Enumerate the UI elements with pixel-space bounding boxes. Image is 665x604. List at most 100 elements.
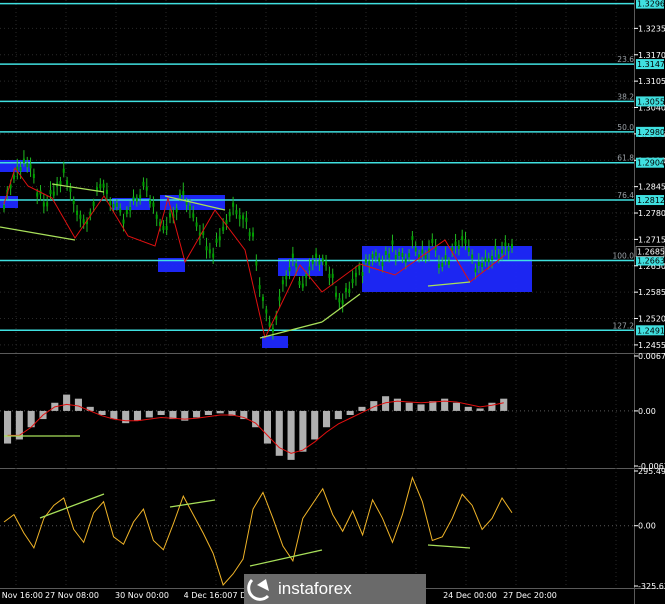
candle-body bbox=[477, 261, 480, 266]
cci-tick-label: 295.4989 bbox=[638, 467, 665, 476]
candle-body bbox=[288, 267, 291, 272]
candle-body bbox=[265, 309, 268, 314]
candle-body bbox=[29, 164, 32, 169]
candle-body bbox=[169, 213, 172, 218]
candle-body bbox=[62, 168, 65, 173]
candle-body bbox=[474, 268, 477, 273]
candle-body bbox=[252, 232, 255, 237]
candle-body bbox=[115, 202, 118, 207]
level-tag-label: 1.2491 bbox=[637, 326, 665, 335]
candle-body bbox=[378, 257, 381, 262]
candle-body bbox=[361, 271, 364, 277]
macd-histogram-bar bbox=[299, 410, 307, 452]
candle-body bbox=[441, 262, 444, 267]
candle-body bbox=[105, 189, 108, 194]
candle-body bbox=[142, 181, 145, 186]
candle-body bbox=[401, 252, 404, 258]
candle-body bbox=[248, 232, 251, 237]
price-tick-label: 1.3105 bbox=[638, 77, 665, 86]
time-tick-label: 4 Dec 16:00 bbox=[184, 591, 233, 600]
candle-body bbox=[278, 296, 281, 301]
candle-body bbox=[208, 249, 211, 254]
candle-body bbox=[344, 287, 347, 292]
candle-body bbox=[318, 260, 321, 265]
macd-histogram-bar bbox=[346, 410, 354, 415]
macd-histogram-bar bbox=[441, 398, 449, 411]
price-tick-label: 1.2520 bbox=[638, 315, 665, 324]
macd-histogram-bar bbox=[122, 410, 130, 424]
candle-body bbox=[218, 236, 221, 241]
candle-body bbox=[245, 217, 248, 222]
macd-histogram-bar bbox=[252, 410, 260, 428]
candle-body bbox=[325, 261, 328, 266]
candle-body bbox=[125, 209, 128, 214]
candle-body bbox=[381, 262, 384, 267]
candle-body bbox=[348, 288, 351, 294]
macd-tick-label: 0.00 bbox=[638, 407, 656, 416]
price-tick-label: 1.2845 bbox=[638, 183, 665, 192]
candle-body bbox=[22, 158, 25, 163]
candle-body bbox=[215, 238, 218, 243]
candle-body bbox=[102, 183, 105, 188]
price-tick-label: 1.2455 bbox=[638, 341, 665, 350]
macd-histogram-bar bbox=[133, 410, 142, 421]
macd-histogram-bar bbox=[63, 394, 71, 411]
price-tick-label: 1.2585 bbox=[638, 288, 665, 297]
candle-body bbox=[368, 260, 371, 265]
macd-histogram-bar bbox=[157, 410, 165, 415]
cci-tick-label: 0.00 bbox=[638, 522, 656, 531]
level-tag-label: 1.3296 bbox=[637, 0, 665, 9]
candle-body bbox=[178, 193, 181, 198]
fib-label: 76.4 bbox=[617, 191, 634, 200]
macd-histogram-bar bbox=[145, 410, 153, 418]
candle-body bbox=[328, 273, 331, 278]
support-resistance-zone bbox=[262, 336, 288, 348]
candle-body bbox=[454, 241, 457, 246]
level-tag-label: 1.2904 bbox=[637, 159, 665, 168]
candle-body bbox=[69, 187, 72, 192]
candle-body bbox=[271, 327, 274, 332]
macd-histogram-bar bbox=[216, 410, 224, 414]
candle-body bbox=[481, 263, 484, 268]
candle-body bbox=[421, 249, 424, 254]
macd-tick-label: 0.00673 bbox=[638, 352, 665, 361]
candle-body bbox=[437, 263, 440, 268]
candle-body bbox=[431, 238, 434, 244]
candle-body bbox=[175, 208, 178, 213]
candle-body bbox=[162, 225, 165, 231]
time-tick-label: 24 Dec 00:00 bbox=[443, 591, 497, 600]
price-tick-label: 1.3170 bbox=[638, 51, 665, 60]
macd-histogram-bar bbox=[476, 408, 484, 411]
candle-body bbox=[341, 300, 344, 305]
candle-body bbox=[444, 255, 447, 260]
fib-label: 127.2 bbox=[613, 321, 635, 330]
candle-body bbox=[298, 281, 301, 286]
candle-body bbox=[165, 225, 168, 230]
fib-label: 23.6 bbox=[617, 55, 634, 64]
candle-body bbox=[487, 258, 490, 263]
candle-body bbox=[507, 247, 510, 252]
candle-body bbox=[285, 275, 288, 280]
candle-body bbox=[19, 167, 22, 172]
candle-body bbox=[501, 249, 504, 254]
candle-body bbox=[258, 285, 261, 290]
candle-body bbox=[112, 203, 115, 208]
candle-body bbox=[129, 206, 132, 211]
candle-body bbox=[3, 205, 5, 210]
candle-body bbox=[491, 255, 494, 260]
candle-body bbox=[497, 254, 500, 259]
candle-body bbox=[308, 266, 311, 271]
candle-body bbox=[404, 258, 407, 263]
fib-label: 50.0 bbox=[617, 123, 634, 132]
watermark-brand: instaforex bbox=[278, 579, 352, 598]
support-resistance-zone bbox=[0, 160, 30, 172]
candle-body bbox=[414, 247, 417, 252]
candle-body bbox=[79, 214, 82, 219]
candle-body bbox=[305, 273, 308, 278]
candle-body bbox=[212, 253, 215, 258]
candle-body bbox=[315, 253, 318, 258]
candle-body bbox=[388, 253, 391, 258]
candle-body bbox=[135, 197, 138, 202]
price-tick-label: 1.2780 bbox=[638, 209, 665, 218]
candle-body bbox=[411, 236, 414, 241]
